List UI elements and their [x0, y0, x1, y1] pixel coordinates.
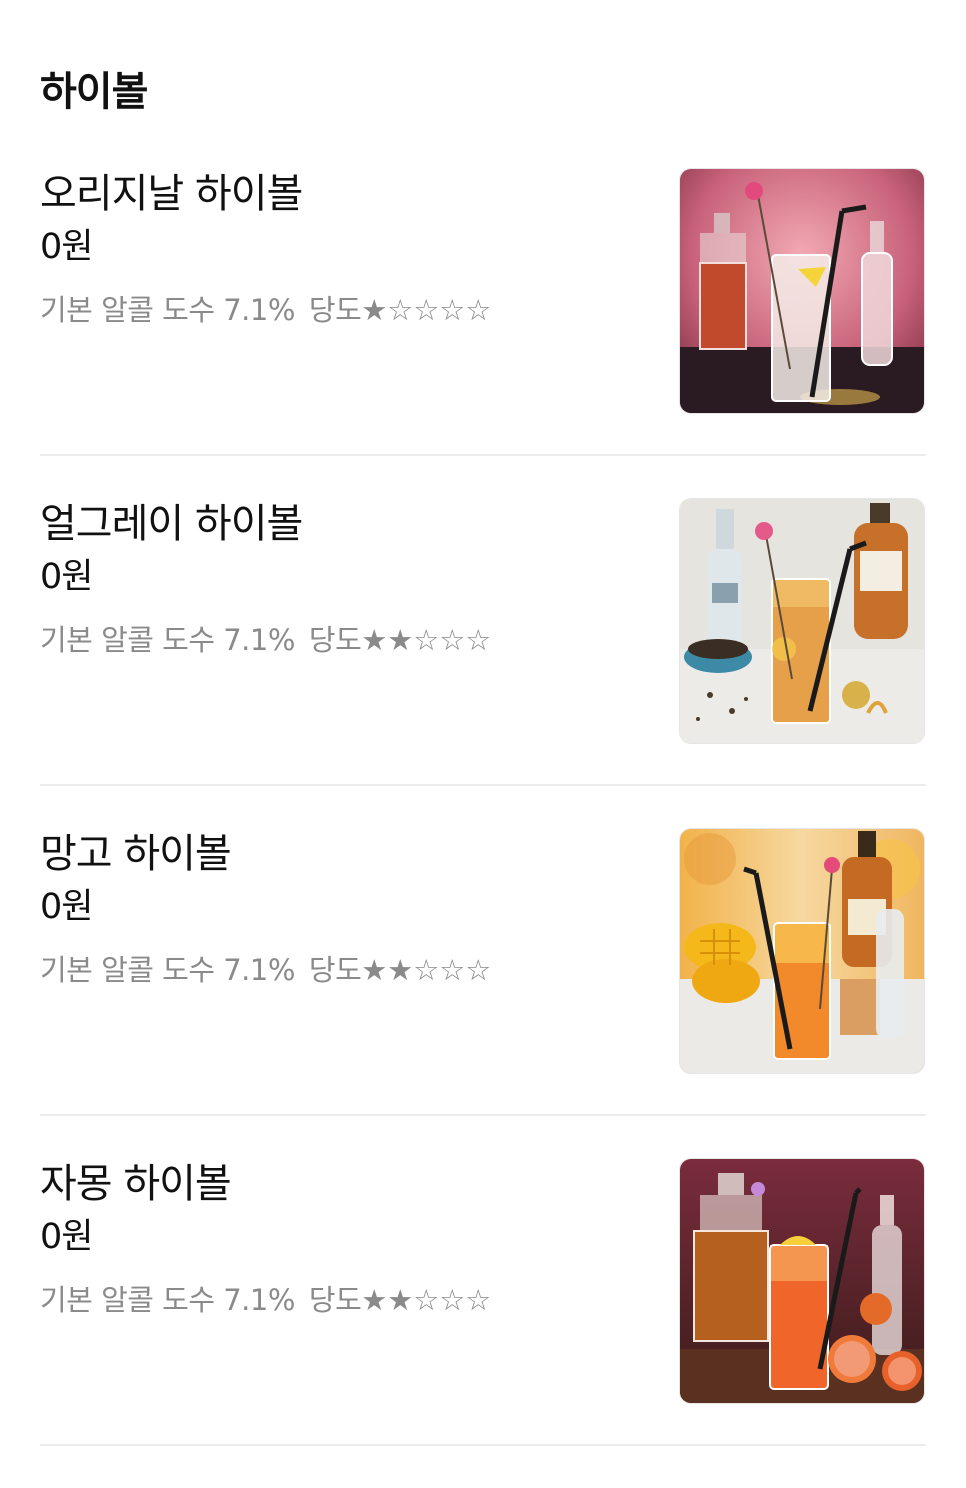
divider — [40, 1444, 926, 1446]
divider — [40, 1114, 926, 1116]
item-description: 기본 알콜 도수 7.1% 당도★★☆☆☆ — [40, 950, 491, 990]
item-description: 기본 알콜 도수 7.1% 당도★★☆☆☆ — [40, 620, 491, 660]
item-price: 0원 — [40, 557, 93, 597]
item-price: 0원 — [40, 887, 93, 927]
earl-grey-highball-photo — [679, 498, 925, 744]
mango-highball-photo — [679, 828, 925, 1074]
sweetness-label: 당도 — [308, 953, 362, 987]
divider — [40, 454, 926, 456]
sweetness-label: 당도 — [308, 1283, 362, 1317]
grapefruit-highball-photo — [679, 1158, 925, 1404]
abv-text: 기본 알콜 도수 7.1% — [40, 623, 295, 657]
section-title: 하이볼 — [40, 69, 148, 115]
item-name: 망고 하이볼 — [40, 831, 232, 877]
item-name: 자몽 하이볼 — [40, 1161, 232, 1207]
sweetness-stars: ★★☆☆☆ — [361, 1283, 492, 1317]
menu-item-mango-highball[interactable]: 망고 하이볼 0원 기본 알콜 도수 7.1% 당도★★☆☆☆ — [40, 828, 926, 1158]
menu-item-earl-grey-highball[interactable]: 얼그레이 하이볼 0원 기본 알콜 도수 7.1% 당도★★☆☆☆ — [40, 498, 926, 828]
abv-text: 기본 알콜 도수 7.1% — [40, 1283, 295, 1317]
item-description: 기본 알콜 도수 7.1% 당도★★☆☆☆ — [40, 1280, 491, 1320]
item-name: 오리지날 하이볼 — [40, 171, 303, 217]
menu-item-grapefruit-highball[interactable]: 자몽 하이볼 0원 기본 알콜 도수 7.1% 당도★★☆☆☆ — [40, 1158, 926, 1488]
item-name: 얼그레이 하이볼 — [40, 501, 303, 547]
item-description: 기본 알콜 도수 7.1% 당도★☆☆☆☆ — [40, 290, 491, 330]
abv-text: 기본 알콜 도수 7.1% — [40, 953, 295, 987]
sweetness-stars: ★☆☆☆☆ — [361, 293, 492, 327]
sweetness-label: 당도 — [308, 623, 362, 657]
sweetness-label: 당도 — [308, 293, 362, 327]
divider — [40, 784, 926, 786]
menu-item-original-highball[interactable]: 오리지날 하이볼 0원 기본 알콜 도수 7.1% 당도★☆☆☆☆ — [40, 168, 926, 498]
abv-text: 기본 알콜 도수 7.1% — [40, 293, 295, 327]
item-price: 0원 — [40, 1217, 93, 1257]
original-highball-photo — [679, 168, 925, 414]
sweetness-stars: ★★☆☆☆ — [361, 623, 492, 657]
sweetness-stars: ★★☆☆☆ — [361, 953, 492, 987]
item-price: 0원 — [40, 227, 93, 267]
